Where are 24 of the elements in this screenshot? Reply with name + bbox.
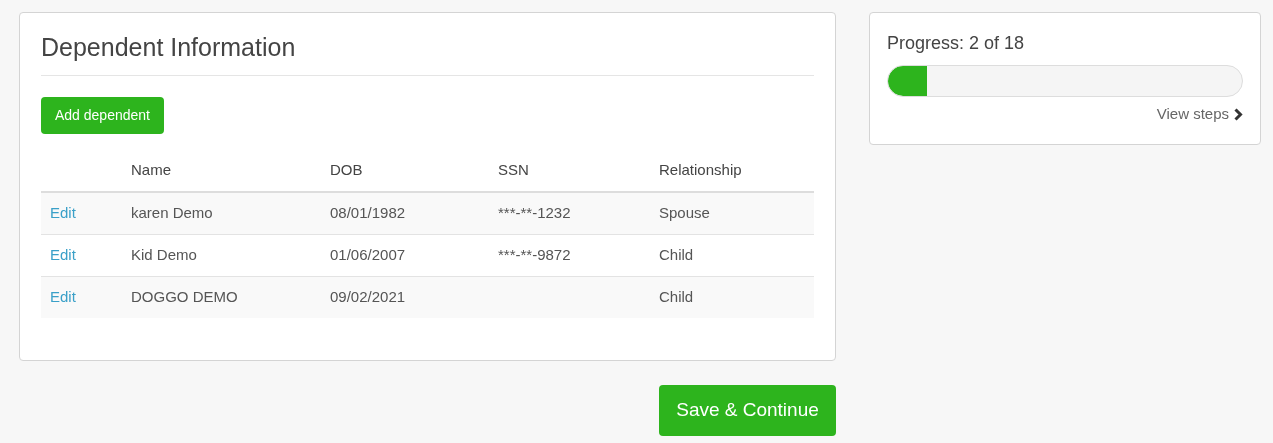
column-header: Name — [131, 160, 171, 178]
table-cell: ***-**-9872 — [498, 245, 571, 263]
chevron-right-icon — [1234, 107, 1243, 121]
save-continue-button[interactable]: Save & Continue — [659, 385, 836, 436]
add-dependent-button[interactable]: Add dependent — [41, 97, 164, 134]
table-cell: 01/06/2007 — [330, 245, 406, 263]
column-header: DOB — [330, 160, 363, 178]
table-cell: Child — [659, 288, 694, 305]
progress-label: Progress: 2 of 18 — [887, 32, 1026, 55]
edit-link[interactable]: Edit — [50, 245, 76, 263]
table-cell: DOGGO DEMO — [131, 288, 238, 305]
edit-link[interactable]: Edit — [50, 204, 76, 221]
table-cell: 08/01/1982 — [330, 204, 406, 221]
card-title: Dependent Information — [41, 31, 814, 76]
table-cell: Spouse — [659, 204, 710, 221]
column-header: Relationship — [659, 160, 742, 178]
table-cell: 09/02/2021 — [330, 288, 406, 305]
table-cell: Child — [659, 245, 694, 263]
edit-link[interactable]: Edit — [50, 288, 76, 305]
table-cell: Kid Demo — [131, 245, 197, 263]
view-steps-link[interactable]: View steps — [1156, 103, 1243, 126]
table-cell: karen Demo — [131, 204, 213, 221]
column-header: SSN — [498, 160, 529, 178]
table-cell: ***-**-1232 — [498, 204, 571, 221]
